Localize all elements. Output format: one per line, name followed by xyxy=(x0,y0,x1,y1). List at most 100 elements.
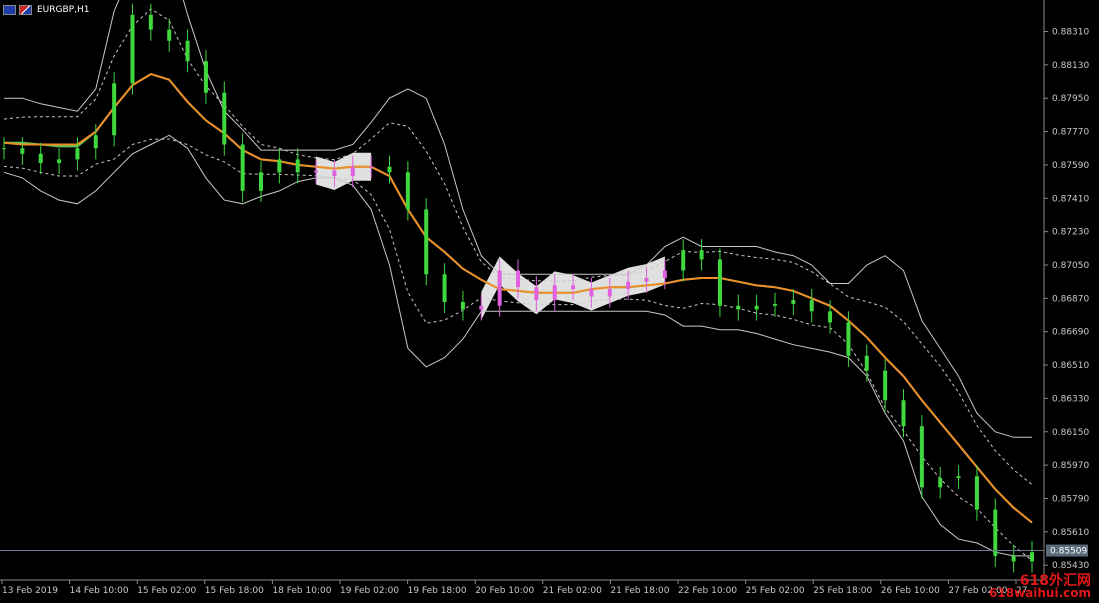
candle-body xyxy=(405,172,410,210)
y-tick-label: 0.85610 xyxy=(1052,528,1089,538)
candle-body xyxy=(314,170,319,173)
y-tick-label: 0.86150 xyxy=(1052,428,1089,438)
x-tick-label: 22 Feb 10:00 xyxy=(678,586,737,596)
candle-body xyxy=(754,305,759,310)
candle-body xyxy=(644,277,649,282)
candle-body xyxy=(38,153,43,164)
candle-body xyxy=(607,289,612,297)
gb-flag-icon xyxy=(19,5,32,15)
x-tick-label: 19 Feb 18:00 xyxy=(408,586,467,596)
candle-body xyxy=(75,148,80,160)
candle-body xyxy=(699,250,704,260)
watermark-line2: 618waihui.com xyxy=(989,586,1091,600)
candle-body xyxy=(571,285,576,290)
candle-body xyxy=(864,355,869,371)
candle-body xyxy=(442,274,447,303)
upper-band-line xyxy=(4,0,1032,438)
candle-body xyxy=(222,92,227,145)
candle-body xyxy=(846,322,851,356)
inner-upper-envelope xyxy=(3,8,1033,485)
y-tick-label: 0.87230 xyxy=(1052,228,1089,238)
candle-body xyxy=(1030,552,1034,562)
candle-body xyxy=(809,300,814,312)
y-tick-label: 0.86510 xyxy=(1052,361,1089,371)
candle-body xyxy=(883,370,888,401)
y-tick-label: 0.88310 xyxy=(1052,28,1089,38)
y-tick-label: 0.86870 xyxy=(1052,294,1089,304)
chart-title: EURGBP,H1 xyxy=(37,5,90,15)
x-tick-label: 21 Feb 18:00 xyxy=(610,586,669,596)
candle-body xyxy=(93,135,98,149)
price-chart[interactable]: 0.88310 0.88130 0.87950 0.87770 0.87590 0.874… xyxy=(0,0,1099,603)
candle-body xyxy=(203,61,208,93)
y-tick-label: 0.87770 xyxy=(1052,128,1089,138)
x-tick-label: 14 Feb 10:00 xyxy=(70,586,129,596)
candle-body xyxy=(479,305,484,310)
candle-body xyxy=(662,270,667,278)
candle-body xyxy=(736,305,741,310)
candle-body xyxy=(497,270,502,306)
candle-body xyxy=(2,148,6,150)
candle-body xyxy=(974,476,979,510)
candle-body xyxy=(589,289,594,297)
candle-body xyxy=(167,29,172,41)
watermark: 618外汇网 618waihui.com xyxy=(989,574,1091,600)
y-tick-label: 0.86330 xyxy=(1052,394,1089,404)
x-tick-label: 19 Feb 02:00 xyxy=(340,586,399,596)
y-tick-label: 0.87410 xyxy=(1052,194,1089,204)
candle-body xyxy=(369,166,374,168)
eu-flag-icon xyxy=(3,5,16,15)
x-tick-label: 18 Feb 10:00 xyxy=(272,586,331,596)
lower-band-line xyxy=(3,134,1032,557)
candle-body xyxy=(112,83,117,136)
candle-body xyxy=(259,172,263,191)
candle-body xyxy=(277,159,282,173)
chart-title-bar: EURGBP,H1 xyxy=(3,3,89,17)
candle-body xyxy=(57,159,62,164)
x-tick-label: 13 Feb 2019 xyxy=(2,586,58,596)
candle-body xyxy=(350,166,355,177)
x-tick-label: 21 Feb 02:00 xyxy=(543,586,602,596)
price-tag-label: 0.85509 xyxy=(1050,547,1087,557)
candle-body xyxy=(552,285,557,301)
flat-zone-0 xyxy=(316,152,372,190)
candle-body xyxy=(919,426,924,488)
candle-body xyxy=(185,40,190,62)
candle-body xyxy=(791,300,796,304)
candle-body xyxy=(130,14,135,84)
x-tick-label: 26 Feb 10:00 xyxy=(881,586,940,596)
y-tick-label: 0.87950 xyxy=(1052,94,1089,104)
x-tick-label: 25 Feb 18:00 xyxy=(813,586,872,596)
candle-body xyxy=(148,14,153,30)
x-tick-label: 25 Feb 02:00 xyxy=(746,586,805,596)
y-tick-label: 0.87050 xyxy=(1052,261,1089,271)
candle-body xyxy=(626,281,631,290)
candle-body xyxy=(460,302,465,310)
y-tick-label: 0.88130 xyxy=(1052,61,1089,71)
candle-body xyxy=(387,166,392,173)
x-tick-label: 15 Feb 02:00 xyxy=(137,586,196,596)
candle-body xyxy=(956,476,961,479)
candle-body xyxy=(424,209,429,275)
candle-body xyxy=(828,311,833,323)
y-tick-label: 0.85790 xyxy=(1052,494,1089,504)
y-tick-label: 0.85430 xyxy=(1052,561,1089,571)
y-tick-label: 0.86690 xyxy=(1052,328,1089,338)
candle-body xyxy=(717,259,722,306)
y-tick-label: 0.85970 xyxy=(1052,461,1089,471)
candle-body xyxy=(516,270,520,288)
candle-body xyxy=(295,159,300,173)
candle-body xyxy=(332,170,337,177)
x-tick-label: 15 Feb 18:00 xyxy=(205,586,264,596)
candle-body xyxy=(773,303,777,306)
x-tick-label: 20 Feb 10:00 xyxy=(475,586,534,596)
candle-body xyxy=(901,400,906,427)
y-tick-label: 0.87590 xyxy=(1052,161,1089,171)
candle-body xyxy=(938,478,943,488)
candle-body xyxy=(240,144,245,191)
candle-body xyxy=(681,250,686,271)
candle-body xyxy=(1011,555,1016,562)
candle-body xyxy=(20,148,25,154)
candle-body xyxy=(534,287,539,301)
candle-body xyxy=(993,509,998,556)
